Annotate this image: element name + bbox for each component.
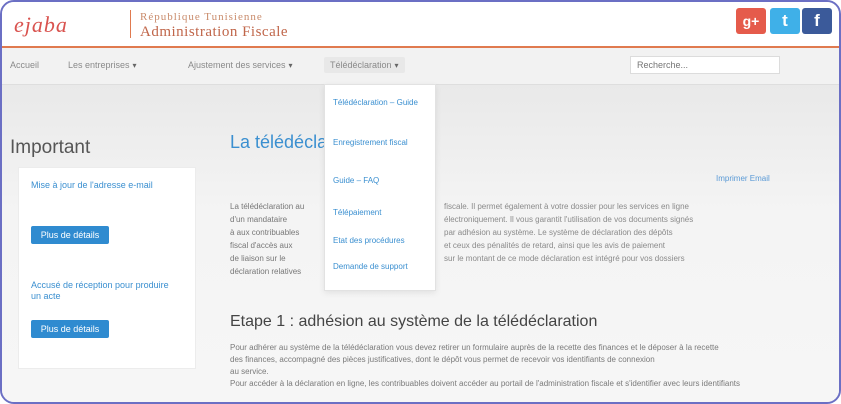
dropdown-item-guide[interactable]: Télédéclaration – Guide [333, 97, 429, 108]
intro-line-right: fiscale. Il permet également à votre dos… [444, 202, 690, 211]
intro-line-right: sur le montant de ce mode déclaration es… [444, 254, 685, 263]
page-frame: ejaba République Tunisienne Administrati… [0, 0, 841, 404]
body-line: au service. [230, 367, 269, 376]
teledeclaration-dropdown-menu: Télédéclaration – Guide Enregistrement f… [324, 84, 436, 291]
nav-item-label: Télédéclaration [330, 60, 392, 70]
dropdown-item-payment[interactable]: Télépaiement [333, 207, 429, 218]
facebook-icon[interactable]: f [802, 8, 832, 34]
intro-line-right: électroniquement. Il vous garantit l'uti… [444, 215, 694, 224]
nav-item-label: Les entreprises [68, 60, 130, 70]
nav-item-label: Ajustement des services [188, 60, 286, 70]
twitter-icon[interactable]: t [770, 8, 800, 34]
nav-item-label: Accueil [10, 60, 40, 70]
body-line: Pour accéder à la déclaration en ligne, … [230, 379, 741, 388]
sidebar-title: Important [10, 137, 91, 158]
intro-line: déclaration relatives [230, 267, 302, 276]
intro-line-right: et ceux des pénalités de retard, ainsi q… [444, 241, 666, 250]
brand-subtitle: République Tunisienne [140, 11, 263, 23]
body-line: Pour adhérer au système de la télédéclar… [230, 343, 719, 352]
chevron-down-icon: ▾ [132, 61, 137, 70]
details-button-2[interactable]: Plus de détails [31, 320, 109, 338]
sidebar-link-email-update[interactable]: Mise à jour de l'adresse e-mail [31, 180, 171, 191]
sidebar-link-receipt[interactable]: Accusé de réception pour produire un act… [31, 280, 171, 302]
dropdown-item-registration[interactable]: Enregistrement fiscal [333, 137, 429, 148]
nav-item-services[interactable]: Ajustement des services ▾ [188, 60, 293, 70]
site-header: ejaba République Tunisienne Administrati… [2, 2, 839, 48]
chevron-down-icon: ▾ [288, 61, 293, 70]
logo-divider [130, 10, 131, 38]
brand-title: Administration Fiscale [140, 24, 289, 40]
details-button-1[interactable]: Plus de détails [31, 226, 109, 244]
section-title: Etape 1 : adhésion au système de la télé… [230, 313, 598, 330]
chevron-down-icon: ▾ [394, 61, 399, 70]
intro-line-right: par adhésion au système. Le système de d… [444, 228, 673, 237]
dropdown-item-status[interactable]: Etat des procédures [333, 235, 429, 246]
sidebar-box: Mise à jour de l'adresse e-mail Plus de … [18, 167, 196, 369]
search-input[interactable] [630, 56, 780, 74]
nav-item-teledeclaration[interactable]: Télédéclaration ▾ [324, 57, 405, 73]
site-logo[interactable]: ejaba [14, 12, 68, 38]
nav-item-home[interactable]: Accueil [10, 60, 39, 70]
nav-item-companies[interactable]: Les entreprises ▾ [68, 60, 137, 70]
main-nav: Accueil Les entreprises ▾ Ajustement des … [2, 48, 839, 85]
body-line: des finances, accompagné des pièces just… [230, 355, 655, 364]
google-plus-icon[interactable]: g+ [736, 8, 766, 34]
share-actions[interactable]: Imprimer Email [716, 174, 770, 183]
dropdown-item-support[interactable]: Demande de support [333, 261, 429, 272]
dropdown-item-faq[interactable]: Guide – FAQ [333, 175, 429, 186]
